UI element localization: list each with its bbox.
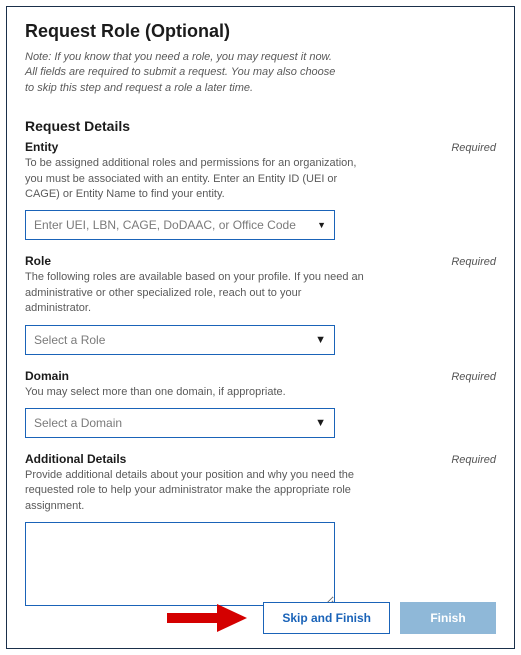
- domain-select[interactable]: Select a Domain ▼: [25, 408, 335, 438]
- role-field: Role Required The following roles are av…: [25, 254, 496, 354]
- entity-input[interactable]: Enter UEI, LBN, CAGE, DoDAAC, or Office …: [25, 210, 335, 240]
- domain-placeholder: Select a Domain: [34, 416, 122, 430]
- details-label: Additional Details: [25, 452, 126, 466]
- entity-help: To be assigned additional roles and perm…: [25, 156, 365, 202]
- role-placeholder: Select a Role: [34, 333, 105, 347]
- finish-button[interactable]: Finish: [400, 602, 496, 634]
- domain-required: Required: [451, 371, 496, 383]
- details-textarea[interactable]: [25, 522, 335, 606]
- domain-field: Domain Required You may select more than…: [25, 369, 496, 438]
- role-help: The following roles are available based …: [25, 270, 365, 316]
- footer-actions: Skip and Finish Finish: [263, 602, 496, 634]
- details-help: Provide additional details about your po…: [25, 468, 365, 514]
- domain-help: You may select more than one domain, if …: [25, 385, 365, 400]
- role-label: Role: [25, 254, 51, 268]
- chevron-down-icon: ▼: [315, 417, 326, 429]
- caret-down-icon: ▼: [317, 220, 326, 230]
- note-text: Note: If you know that you need a role, …: [25, 50, 345, 96]
- chevron-down-icon: ▼: [315, 334, 326, 346]
- details-field: Additional Details Required Provide addi…: [25, 452, 496, 611]
- entity-placeholder: Enter UEI, LBN, CAGE, DoDAAC, or Office …: [34, 218, 296, 232]
- entity-label: Entity: [25, 140, 58, 154]
- page-title: Request Role (Optional): [25, 21, 496, 42]
- role-required: Required: [451, 256, 496, 268]
- entity-field: Entity Required To be assigned additiona…: [25, 140, 496, 240]
- request-role-panel: Request Role (Optional) Note: If you kno…: [6, 6, 515, 649]
- role-select[interactable]: Select a Role ▼: [25, 325, 335, 355]
- section-head: Request Details: [25, 118, 496, 134]
- details-required: Required: [451, 454, 496, 466]
- skip-and-finish-button[interactable]: Skip and Finish: [263, 602, 390, 634]
- domain-label: Domain: [25, 369, 69, 383]
- entity-required: Required: [451, 142, 496, 154]
